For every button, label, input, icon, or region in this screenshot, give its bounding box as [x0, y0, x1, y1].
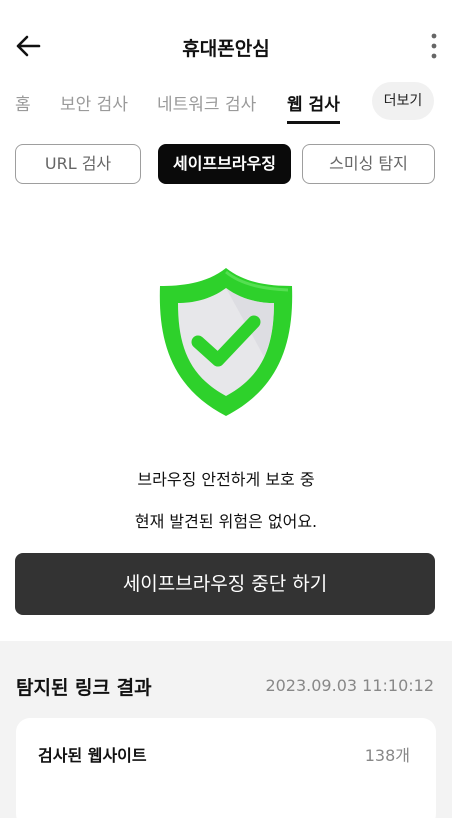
- results-title: 탐지된 링크 결과: [16, 677, 152, 699]
- status-subtitle: 현재 발견된 위험은 없어요.: [134, 512, 318, 531]
- scanned-websites-count: 138개: [364, 746, 410, 765]
- app-header: 휴대폰안심: [0, 0, 452, 90]
- segment-url-scan[interactable]: URL 검사: [15, 144, 141, 184]
- tab-network-scan[interactable]: 네트워크 검사: [157, 90, 256, 115]
- segment-smishing-detect[interactable]: 스미싱 탐지: [302, 144, 435, 184]
- scanned-websites-card[interactable]: 검사된 웹사이트 138개: [16, 718, 436, 828]
- segment-safe-browsing[interactable]: 세이프브라우징: [158, 144, 291, 184]
- tab-security-scan[interactable]: 보안 검사: [60, 90, 128, 115]
- more-tabs-button[interactable]: 더보기: [372, 82, 434, 120]
- shield-check-icon: [159, 268, 293, 416]
- scanned-websites-label: 검사된 웹사이트: [38, 746, 147, 765]
- more-vert-icon[interactable]: [430, 32, 438, 60]
- tab-bar: 홈 보안 검사 네트워크 검사 웹 검사 더보기: [0, 82, 452, 124]
- stop-safe-browsing-button[interactable]: 세이프브라우징 중단 하기: [15, 553, 435, 615]
- status-title: 브라우징 안전하게 보호 중: [137, 470, 315, 489]
- results-timestamp: 2023.09.03 11:10:12: [265, 676, 434, 695]
- tab-home[interactable]: 홈: [15, 90, 31, 115]
- tab-web-scan[interactable]: 웹 검사: [287, 90, 340, 124]
- page-title: 휴대폰안심: [182, 38, 270, 60]
